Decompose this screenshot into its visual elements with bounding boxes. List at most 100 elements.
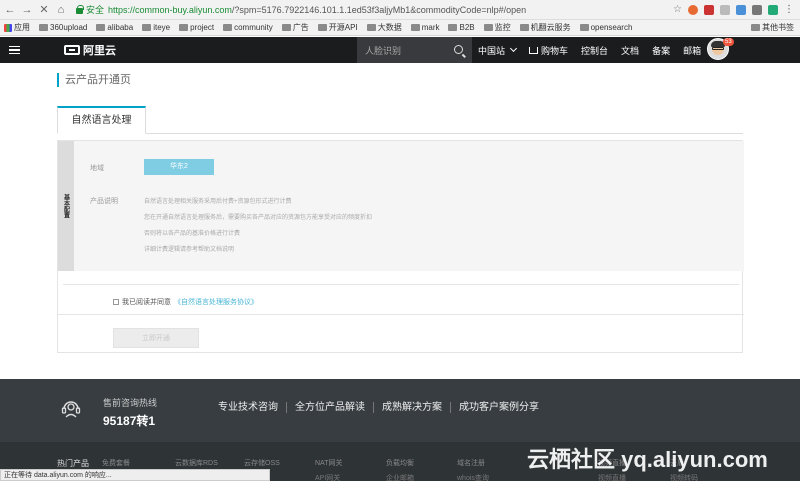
cart-link[interactable]: 购物车	[529, 44, 568, 57]
footer-link[interactable]: 成功客户案例分享	[451, 402, 547, 413]
hamburger-menu-icon[interactable]	[0, 37, 28, 63]
logo-text: 阿里云	[83, 45, 116, 57]
folder-icon	[366, 24, 376, 31]
bookmark-label: 360upload	[50, 23, 88, 32]
bookmark-item[interactable]: mark	[410, 23, 440, 32]
bookmark-item[interactable]: alibaba	[96, 23, 133, 32]
bookmark-label: 大数据	[377, 23, 402, 32]
forward-icon[interactable]: →	[20, 4, 34, 16]
secure-indicator[interactable]: 安全	[76, 3, 104, 16]
bookmark-item[interactable]: 广告	[281, 22, 309, 33]
folder-icon	[179, 24, 189, 31]
url-rest: /?spm=5176.7922146.101.1.1ed53f3aljyMb1&…	[231, 4, 527, 15]
bookmark-item[interactable]: 监控	[483, 22, 511, 33]
folder-icon	[39, 24, 48, 31]
bookmark-item[interactable]: community	[223, 23, 273, 32]
extension-icons: ☆ ⋮	[673, 4, 794, 15]
extension-icon-1[interactable]	[688, 4, 698, 15]
activate-button[interactable]: 立即开通	[113, 328, 199, 348]
hot-products-label: 热门产品	[57, 459, 89, 468]
basic-config-label: 基本配置	[58, 141, 74, 271]
extension-icon-2[interactable]	[704, 4, 714, 15]
site-header: 阿里云 人脸识别 中国站 购物车 控制台 文档 备案 邮箱 53	[0, 37, 800, 63]
bookmark-label: 应用	[14, 23, 30, 32]
hot-product-link[interactable]: whois查询	[457, 473, 489, 481]
folder-icon	[317, 24, 327, 31]
star-icon[interactable]: ☆	[673, 4, 682, 15]
folder-icon	[410, 24, 420, 31]
hot-product-link[interactable]: API网关	[315, 473, 340, 481]
agreement-text: 我已阅读并同意	[122, 299, 171, 306]
hot-product-link[interactable]: 云存储OSS	[244, 458, 280, 468]
hotline-number: 95187转1	[103, 414, 156, 428]
bookmarks-bar: 应用 360upload alibaba iteye project commu…	[0, 20, 800, 36]
aliyun-logo[interactable]: 阿里云	[64, 42, 116, 58]
description-line: 否则将以各产品的基准价格进行计费	[144, 231, 241, 237]
hot-product-link[interactable]: 负载均衡	[386, 458, 414, 468]
agreement-checkbox[interactable]	[113, 299, 119, 305]
bookmark-label: 广告	[292, 23, 309, 32]
bookmark-item[interactable]: B2B	[448, 23, 475, 32]
hot-product-link[interactable]: 云数据库RDS	[175, 458, 218, 468]
bookmark-item[interactable]: 大数据	[366, 22, 402, 33]
mail-link[interactable]: 邮箱	[683, 44, 701, 57]
cart-label: 购物车	[541, 45, 569, 56]
bookmark-item[interactable]: iteye	[142, 23, 170, 32]
hot-product-link[interactable]: 企业邮箱	[386, 473, 414, 481]
hot-product-link[interactable]: 域名注册	[457, 458, 485, 468]
headset-icon	[61, 401, 81, 418]
divider	[58, 314, 744, 315]
side-label-text: 基本配置	[62, 194, 69, 218]
bookmark-label: mark	[421, 23, 440, 32]
browser-address-bar: ← → ✕ ⌂ 安全 https://common-buy.aliyun.com…	[0, 0, 800, 20]
url-text[interactable]: https://common-buy.aliyun.com/?spm=5176.…	[108, 5, 526, 15]
divider	[63, 284, 739, 285]
hotline-title: 售前咨询热线	[103, 398, 158, 408]
extension-icon-6[interactable]	[768, 4, 778, 15]
search-icon[interactable]	[454, 45, 463, 54]
watermark: 云栖社区 yq.aliyun.com	[527, 447, 768, 472]
footer-link[interactable]: 成熟解决方案	[374, 402, 451, 413]
folder-icon	[96, 24, 106, 31]
tab-nlp[interactable]: 自然语言处理	[57, 106, 146, 134]
home-icon[interactable]: ⌂	[54, 4, 68, 16]
hot-product-link[interactable]: 视频直播	[598, 473, 626, 481]
bookmark-item[interactable]: 360upload	[39, 23, 87, 32]
bookmark-other[interactable]: 其他书签	[751, 22, 794, 33]
folder-icon	[448, 24, 458, 31]
footer-link[interactable]: 专业技术咨询	[218, 402, 287, 413]
bookmark-item[interactable]: opensearch	[579, 23, 632, 32]
hot-product-link[interactable]: 免费套餐	[102, 458, 130, 468]
docs-link[interactable]: 文档	[621, 44, 639, 57]
extension-icon-3[interactable]	[720, 4, 730, 15]
hot-product-link[interactable]: NAT网关	[315, 458, 342, 468]
bookmark-item[interactable]: project	[179, 23, 214, 32]
cart-icon	[529, 46, 539, 54]
console-link[interactable]: 控制台	[581, 44, 608, 57]
close-icon[interactable]: ✕	[37, 3, 51, 16]
bookmark-item[interactable]: 机翻云服务	[519, 22, 571, 33]
agreement-row: 我已阅读并同意 《自然语言处理服务协议》	[113, 297, 258, 307]
bookmark-apps[interactable]: 应用	[4, 22, 30, 33]
extension-icon-4[interactable]	[736, 4, 746, 15]
folder-icon	[281, 24, 291, 31]
back-icon[interactable]: ←	[3, 4, 17, 16]
extension-icon-5[interactable]	[752, 4, 762, 15]
kebab-menu-icon[interactable]: ⋮	[784, 4, 794, 15]
bookmark-item[interactable]: 开源API	[317, 22, 358, 33]
region-selector[interactable]: 中国站	[478, 44, 518, 57]
footer-link[interactable]: 全方位产品解读	[287, 402, 374, 413]
region-option-button[interactable]: 华东2	[144, 159, 214, 175]
filing-link[interactable]: 备案	[652, 44, 670, 57]
description-line: 详细计费逻辑请参考帮助文档说明	[144, 247, 235, 253]
bookmark-label: iteye	[153, 23, 171, 32]
config-area: 基本配置 地域 华东2 产品说明 自然语言处理相关服务采用后付费+资源包形式进行…	[58, 141, 744, 271]
agreement-link[interactable]: 《自然语言处理服务协议》	[174, 297, 258, 307]
lock-icon	[76, 4, 84, 14]
folder-icon	[579, 24, 589, 31]
config-panel: 基本配置 地域 华东2 产品说明 自然语言处理相关服务采用后付费+资源包形式进行…	[57, 140, 744, 353]
hot-product-link[interactable]: 视频转码	[670, 473, 698, 481]
search-placeholder: 人脸识别	[365, 45, 402, 56]
search-input[interactable]: 人脸识别	[357, 37, 472, 63]
bookmark-label: B2B	[459, 23, 475, 32]
